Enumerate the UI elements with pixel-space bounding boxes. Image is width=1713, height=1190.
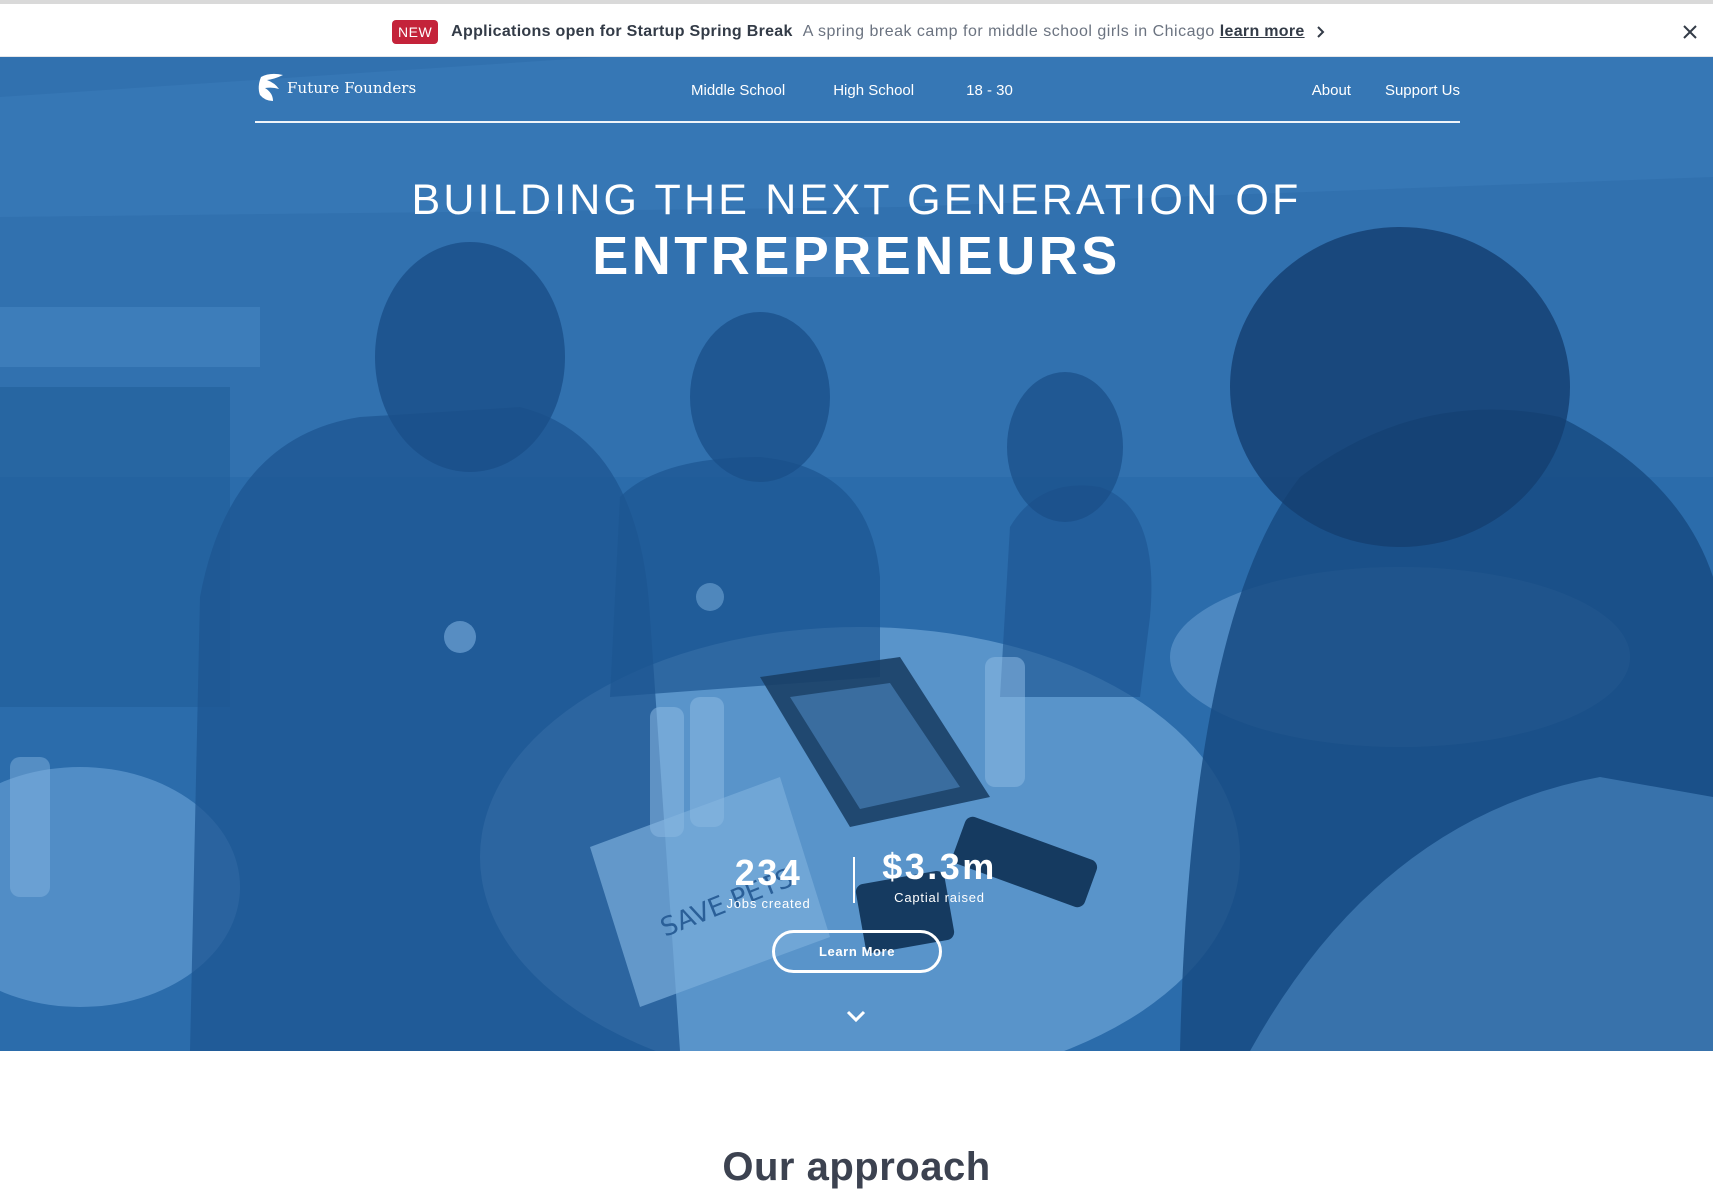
hero-stats: 234 Jobs created $3.3m Captial raised xyxy=(0,847,1713,912)
future-founders-logo-icon xyxy=(258,73,283,101)
chevron-right-icon[interactable] xyxy=(1315,25,1325,39)
announcement: NEW Applications open for Startup Spring… xyxy=(392,18,1325,46)
stat-value: 234 xyxy=(734,852,803,893)
main-nav: Future Founders Middle School High Schoo… xyxy=(255,57,1460,123)
nav-support-us[interactable]: Support Us xyxy=(1385,82,1460,99)
section-title-our-approach: Our approach xyxy=(722,1145,991,1189)
nav-about[interactable]: About xyxy=(1312,82,1351,99)
stat-jobs-created: 234 Jobs created xyxy=(709,852,829,912)
close-icon[interactable] xyxy=(1679,21,1701,43)
nav-middle-school[interactable]: Middle School xyxy=(691,82,785,99)
hero-section: SAVE PETS Future Founders Middle School … xyxy=(0,57,1713,1051)
announcement-title: Applications open for Startup Spring Bre… xyxy=(451,23,793,40)
announcement-learn-more-link[interactable]: learn more xyxy=(1220,23,1305,41)
stat-value: $3.3m xyxy=(882,846,997,887)
chevron-down-icon[interactable] xyxy=(845,1009,867,1023)
stat-label: Jobs created xyxy=(726,896,811,911)
new-badge: NEW xyxy=(392,20,439,44)
headline-line-1: BUILDING THE NEXT GENERATION OF xyxy=(411,176,1302,224)
stat-label: Captial raised xyxy=(894,890,985,905)
hero-headline: BUILDING THE NEXT GENERATION OF ENTREPRE… xyxy=(0,175,1713,285)
nav-center-links: Middle School High School 18 - 30 xyxy=(691,82,1013,99)
announcement-bar: NEW Applications open for Startup Spring… xyxy=(0,0,1713,57)
logo-text: Future Founders xyxy=(287,79,417,97)
learn-more-button[interactable]: Learn More xyxy=(772,930,942,973)
nav-right-links: About Support Us xyxy=(1312,82,1460,99)
logo[interactable]: Future Founders xyxy=(255,71,416,105)
nav-high-school[interactable]: High School xyxy=(833,82,914,99)
announcement-description: A spring break camp for middle school gi… xyxy=(802,23,1215,40)
headline-line-2: ENTREPRENEURS xyxy=(592,226,1121,286)
stat-capital-raised: $3.3m Captial raised xyxy=(875,847,1005,911)
nav-18-30[interactable]: 18 - 30 xyxy=(966,82,1013,99)
stats-divider xyxy=(852,857,855,903)
